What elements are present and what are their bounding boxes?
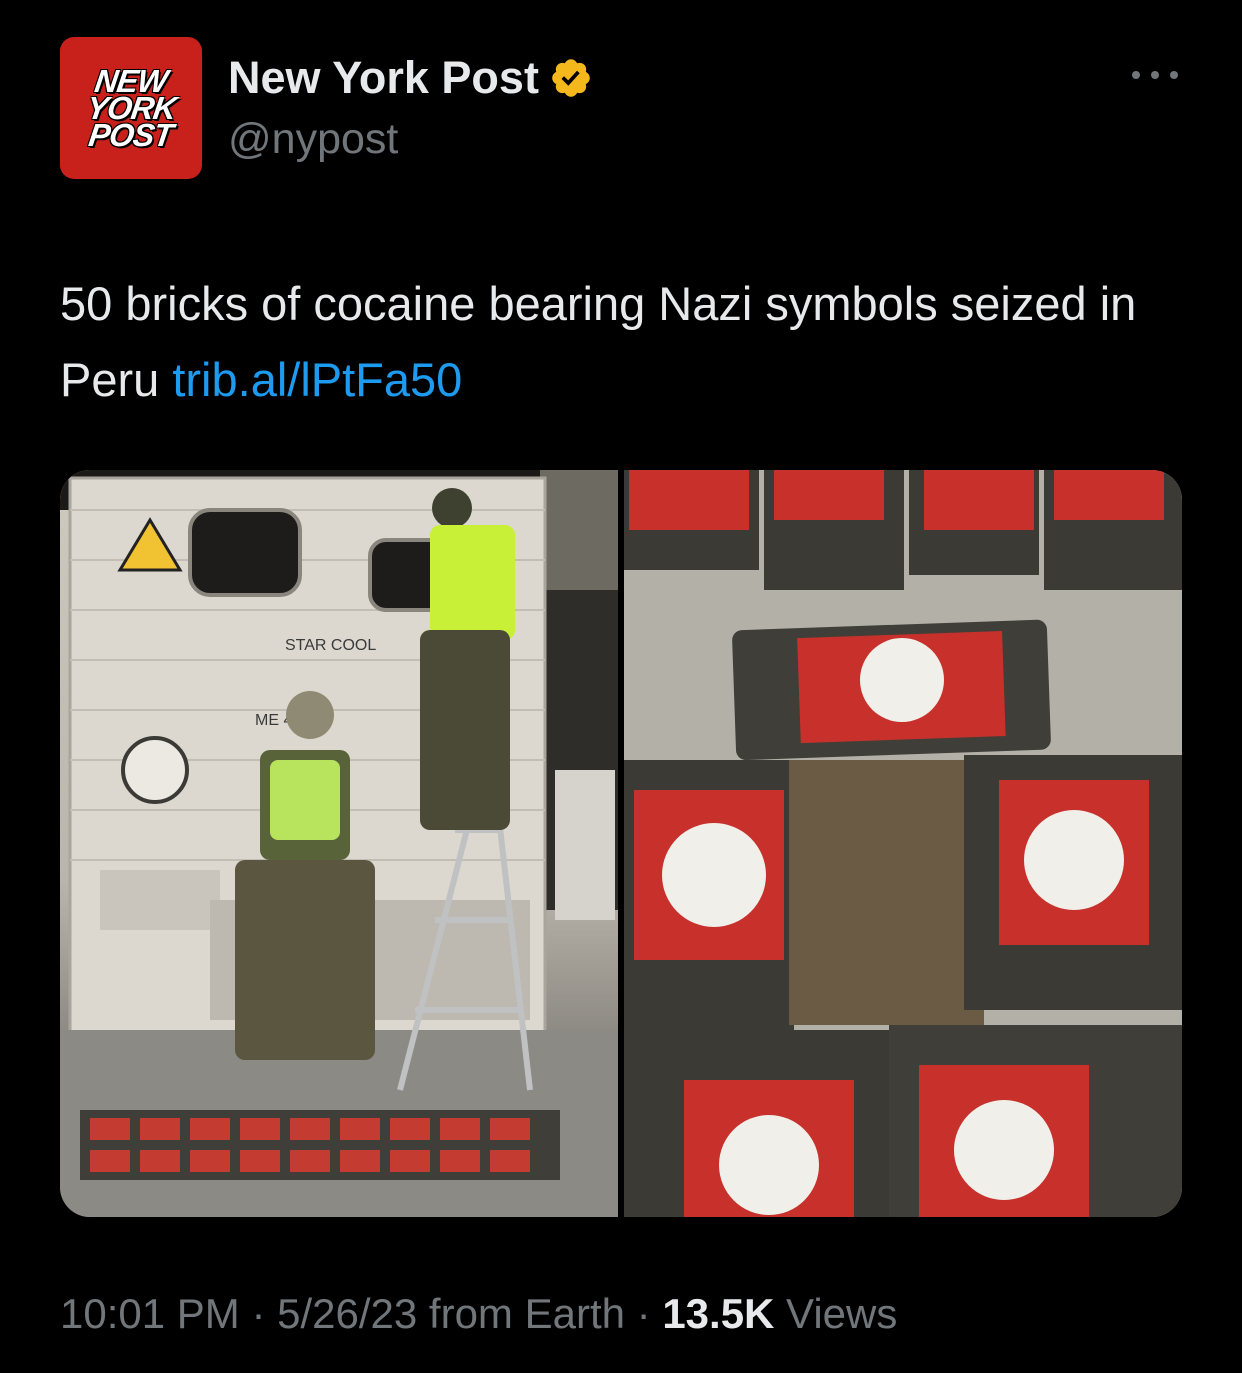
author-name[interactable]: New York Post — [228, 52, 539, 104]
views-count[interactable]: 13.5K — [662, 1290, 774, 1337]
tweet-link[interactable]: trib.al/lPtFa50 — [172, 353, 462, 406]
separator-2: · — [624, 1290, 663, 1337]
tweet-source: from Earth — [417, 1290, 625, 1337]
more-options-icon[interactable] — [1132, 60, 1178, 90]
tweet-time[interactable]: 10:01 PM — [60, 1290, 240, 1337]
tweet-text: 50 bricks of cocaine bearing Nazi symbol… — [60, 266, 1180, 418]
verified-badge-icon — [552, 59, 590, 97]
logo-line-3: POST — [86, 116, 176, 153]
author-name-row[interactable]: New York Post — [228, 52, 593, 104]
photo-officers-at-container[interactable]: STAR COOL ME 498 1 — [60, 470, 618, 1217]
author-handle[interactable]: @nypost — [228, 115, 398, 164]
tweet-date[interactable]: 5/26/23 — [277, 1290, 417, 1337]
tweet-metadata: 10:01 PM · 5/26/23 from Earth · 13.5K Vi… — [60, 1290, 897, 1338]
photo-wrapped-bricks-closeup[interactable] — [624, 470, 1182, 1217]
photo-left-illustration: STAR COOL ME 498 1 — [60, 470, 618, 1217]
photo-right-illustration — [624, 470, 1182, 1217]
svg-text:STAR COOL: STAR COOL — [285, 637, 376, 654]
views-label: Views — [774, 1290, 898, 1337]
separator-1: · — [239, 1290, 278, 1337]
media-grid[interactable]: STAR COOL ME 498 1 — [60, 470, 1182, 1217]
avatar[interactable]: NEW YORK POST — [60, 37, 202, 179]
